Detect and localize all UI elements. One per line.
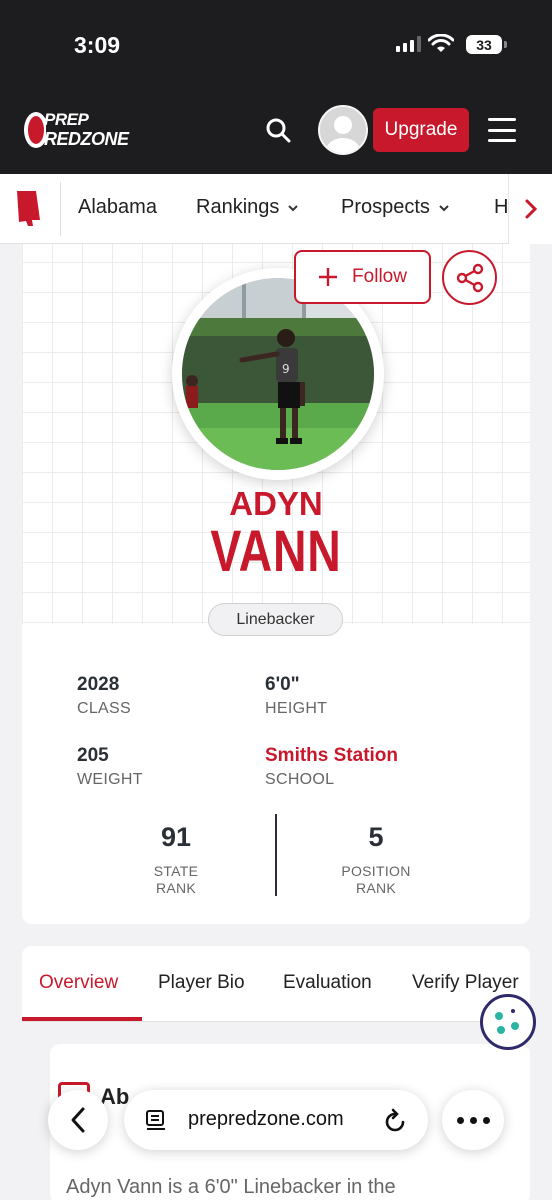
nav-item-label: Rankings — [196, 196, 280, 218]
logo-text-redzone: REDZONE — [44, 129, 129, 149]
nav-scroll-right-button[interactable] — [508, 174, 552, 244]
status-bar: 3:09 33 — [0, 0, 552, 90]
chevron-right-icon — [525, 199, 537, 219]
browser-url: prepredzone.com — [188, 1108, 344, 1130]
browser-more-button[interactable] — [442, 1090, 504, 1150]
about-text: Adyn Vann is a 6'0" Linebacker in the — [66, 1176, 396, 1198]
cookie-icon — [495, 1009, 519, 1034]
plus-icon — [319, 268, 338, 286]
cookie-settings-button[interactable] — [480, 994, 536, 1050]
nav-item-prospects[interactable]: Prospects — [341, 196, 450, 219]
jersey-number: 9 — [282, 362, 290, 376]
rank-divider — [275, 814, 277, 896]
chevron-down-icon — [439, 204, 449, 211]
nav-item-label: Prospects — [341, 196, 430, 218]
share-icon — [456, 263, 483, 292]
reload-icon[interactable] — [382, 1106, 408, 1134]
logo-text-prep: PREP — [44, 110, 89, 129]
upgrade-button[interactable]: Upgrade — [373, 108, 469, 152]
logo-mark-icon — [24, 112, 46, 148]
browser-back-button[interactable] — [48, 1090, 108, 1150]
stat-school-label: SCHOOL — [265, 771, 335, 788]
position-badge: Linebacker — [208, 603, 343, 636]
avatar[interactable] — [318, 105, 368, 155]
tab-verify-player[interactable]: Verify Player — [412, 972, 519, 994]
alabama-state-icon — [17, 191, 40, 226]
nav-item-alabama[interactable]: Alabama — [78, 196, 157, 219]
nav-item-label: Alabama — [78, 196, 157, 218]
stat-class-value: 2028 — [77, 674, 120, 695]
tab-evaluation[interactable]: Evaluation — [283, 972, 372, 994]
back-icon — [71, 1107, 85, 1133]
site-header: PREP REDZONE Upgrade — [0, 90, 552, 174]
stat-weight-value: 205 — [77, 745, 109, 766]
state-rank-label: STATE RANK — [153, 863, 199, 896]
position-rank-value: 5 — [368, 822, 384, 852]
nav-divider — [60, 182, 61, 236]
profile-tabs: Overview Player Bio Evaluation Verify Pl… — [22, 946, 530, 1022]
wifi-icon — [428, 34, 454, 52]
state-nav: Alabama Rankings Prospects H — [0, 174, 552, 244]
follow-label: Follow — [352, 266, 407, 287]
follow-button[interactable]: Follow — [294, 250, 431, 304]
search-icon — [266, 118, 291, 143]
position-rank-label: POSITION RANK — [341, 863, 411, 896]
battery-icon: 33 — [466, 35, 507, 54]
stat-height-value: 6'0" — [265, 674, 300, 695]
nav-item-more[interactable]: H — [494, 196, 508, 222]
stat-weight-label: WEIGHT — [77, 771, 143, 788]
active-tab-indicator — [22, 1017, 142, 1021]
nav-item-label: H — [494, 196, 508, 218]
player-photo-image: 9 — [182, 278, 374, 470]
tabs-icon — [146, 1110, 165, 1130]
stat-school-value[interactable]: Smiths Station — [265, 745, 398, 767]
menu-icon[interactable] — [488, 118, 516, 142]
nav-item-rankings[interactable]: Rankings — [196, 196, 299, 219]
user-icon — [326, 116, 360, 153]
tab-overview[interactable]: Overview — [39, 972, 118, 994]
stat-class-label: CLASS — [77, 700, 131, 717]
player-last-name: VANN — [210, 519, 342, 584]
search-button[interactable] — [262, 114, 294, 146]
tab-player-bio[interactable]: Player Bio — [158, 972, 245, 994]
logo[interactable]: PREP REDZONE — [22, 108, 144, 152]
chevron-down-icon — [288, 204, 299, 211]
stat-height-label: HEIGHT — [265, 700, 328, 717]
status-time: 3:09 — [74, 32, 121, 58]
signal-icon — [396, 36, 421, 52]
share-button[interactable] — [442, 250, 497, 305]
state-rank-value: 91 — [160, 822, 192, 852]
browser-address-bar[interactable]: prepredzone.com — [124, 1090, 428, 1150]
